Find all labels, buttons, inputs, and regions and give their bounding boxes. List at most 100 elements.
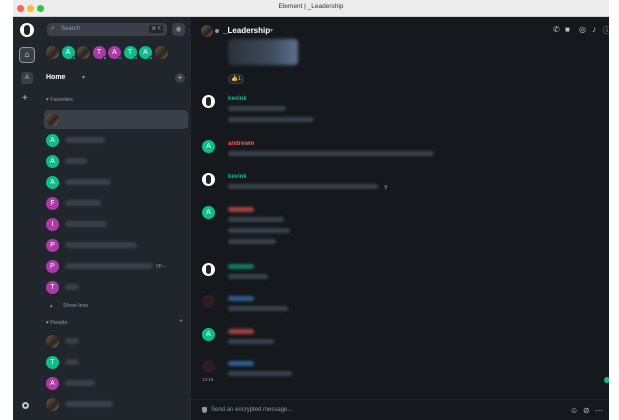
people-label: People — [50, 320, 68, 326]
sender-name[interactable] — [228, 207, 254, 212]
chevron-up-icon: ▴ — [50, 303, 53, 309]
room-name — [68, 116, 98, 122]
quick-settings-icon[interactable] — [22, 402, 29, 409]
room-status-dot — [215, 29, 219, 33]
breadcrumb-room[interactable]: T — [92, 46, 107, 60]
sender-avatar[interactable] — [202, 173, 215, 186]
sender-name[interactable]: andrewm — [228, 141, 254, 147]
shield-icon — [202, 407, 207, 413]
search-button[interactable]: ⌕ Search ⌘ K — [47, 23, 167, 36]
room-list-item[interactable] — [44, 110, 188, 129]
threads-icon[interactable]: ◎ — [579, 25, 586, 34]
home-space-button[interactable]: ⌂ — [19, 47, 35, 63]
image-attachment[interactable] — [228, 39, 298, 65]
home-header[interactable]: Home — [46, 74, 65, 81]
breadcrumb-room[interactable] — [154, 46, 168, 59]
message-body — [228, 239, 276, 244]
presence-dot — [102, 56, 107, 60]
home-icon: ⌂ — [24, 50, 30, 59]
show-less-button[interactable]: Show less — [63, 303, 88, 309]
sender-name[interactable] — [228, 361, 254, 366]
search-icon: ⌕ — [51, 25, 55, 32]
room-title[interactable]: _Leadership — [223, 26, 270, 35]
bell-icon[interactable]: ♪ — [592, 25, 596, 34]
compass-icon: ◉ — [175, 26, 182, 33]
search-shortcut: ⌘ K — [149, 25, 163, 33]
people-section-header[interactable]: ▾ People — [46, 320, 67, 326]
breadcrumb-room[interactable]: T — [123, 46, 138, 60]
room-list-item[interactable]: Pyp... — [41, 257, 191, 276]
room-name — [65, 242, 137, 248]
search-placeholder: Search — [61, 26, 81, 32]
sender-avatar[interactable] — [202, 360, 215, 373]
phone-icon[interactable]: ✆ — [553, 25, 560, 34]
ellipsis-icon[interactable]: ⋯ — [595, 406, 603, 415]
room-list-item[interactable]: F — [41, 194, 191, 213]
room-list-item[interactable]: A — [41, 173, 191, 192]
message-composer[interactable]: Send an encrypted message... ☺ ⊘ ⋯ — [191, 399, 609, 420]
room-list-item[interactable]: A — [41, 374, 191, 393]
chevron-down-icon[interactable]: ▾ — [82, 74, 85, 81]
room-list-item[interactable] — [41, 332, 191, 351]
breadcrumb-room[interactable] — [46, 46, 59, 59]
favorites-section-header[interactable]: ▾ Favorites — [46, 97, 73, 103]
presence-dot — [71, 56, 76, 60]
window-title: Element | _Leadership — [278, 3, 344, 10]
room-list-item[interactable]: T — [41, 353, 191, 372]
sender-name[interactable] — [228, 264, 254, 269]
sender-name[interactable]: kevink — [228, 96, 247, 102]
video-icon[interactable]: ■ — [565, 25, 570, 34]
explore-rooms-button[interactable]: ◉ — [172, 23, 185, 36]
room-list-item[interactable]: I — [41, 215, 191, 234]
sender-avatar[interactable] — [202, 295, 215, 308]
paperclip-icon[interactable]: ⊘ — [583, 406, 590, 415]
composer-placeholder[interactable]: Send an encrypted message... — [211, 407, 292, 413]
element-window: Element | _Leadership ⌂ A + ⌕ Search ⌘ K… — [13, 0, 609, 420]
title-bar: Element | _Leadership — [13, 0, 609, 17]
room-avatar: A — [46, 176, 59, 189]
room-name — [65, 221, 107, 227]
room-list-item[interactable] — [41, 395, 191, 414]
room-list-item[interactable]: T — [41, 278, 191, 297]
breadcrumb-room[interactable]: A — [139, 46, 153, 60]
start-chat-button[interactable]: + — [179, 318, 183, 325]
message-timestamp: 13:19 — [202, 377, 214, 382]
room-avatar: A — [46, 155, 59, 168]
sender-avatar[interactable]: A — [202, 206, 215, 219]
breadcrumb-room[interactable]: A — [61, 46, 76, 60]
chevron-down-icon[interactable]: ▾ — [270, 27, 273, 34]
info-icon[interactable]: ⓘ — [603, 25, 609, 36]
add-room-button[interactable]: + — [175, 73, 185, 83]
thumbs-up-icon: 👍 — [231, 76, 238, 82]
sender-name[interactable] — [228, 296, 254, 301]
reaction-pill[interactable]: 👍1 — [228, 74, 244, 84]
space-rail: ⌂ A + — [13, 17, 41, 420]
message-body — [228, 306, 288, 311]
sender-avatar[interactable] — [202, 95, 215, 108]
breadcrumb-room[interactable] — [77, 46, 90, 59]
add-space-button[interactable]: + — [22, 93, 28, 104]
favorites-label: Favorites — [50, 97, 73, 103]
room-name — [65, 158, 87, 164]
room-list-item[interactable]: P — [41, 236, 191, 255]
sender-name[interactable] — [228, 329, 254, 334]
breadcrumb-room[interactable]: A — [108, 46, 122, 60]
sender-avatar[interactable]: A — [202, 140, 215, 153]
room-avatar — [46, 398, 59, 411]
space-a-button[interactable]: A — [21, 72, 33, 84]
user-avatar[interactable] — [20, 23, 34, 37]
message-body — [228, 151, 434, 156]
room-view: _Leadership ▾ ✆ ■ ◎ ♪ ⓘ 👍1 kevink Aandrew… — [191, 17, 609, 420]
message-body — [228, 106, 286, 111]
room-avatar: T — [46, 281, 59, 294]
message-body — [228, 184, 378, 189]
room-list-item[interactable]: A — [41, 131, 191, 150]
sender-avatar[interactable]: A — [202, 328, 215, 341]
sender-name[interactable]: kevink — [228, 174, 247, 180]
room-list-item[interactable]: A — [41, 152, 191, 171]
room-name — [65, 137, 105, 143]
smiley-icon[interactable]: ☺ — [570, 406, 578, 415]
room-avatar[interactable] — [201, 25, 213, 37]
sender-avatar[interactable] — [202, 263, 215, 276]
read-receipt[interactable] — [604, 377, 609, 383]
